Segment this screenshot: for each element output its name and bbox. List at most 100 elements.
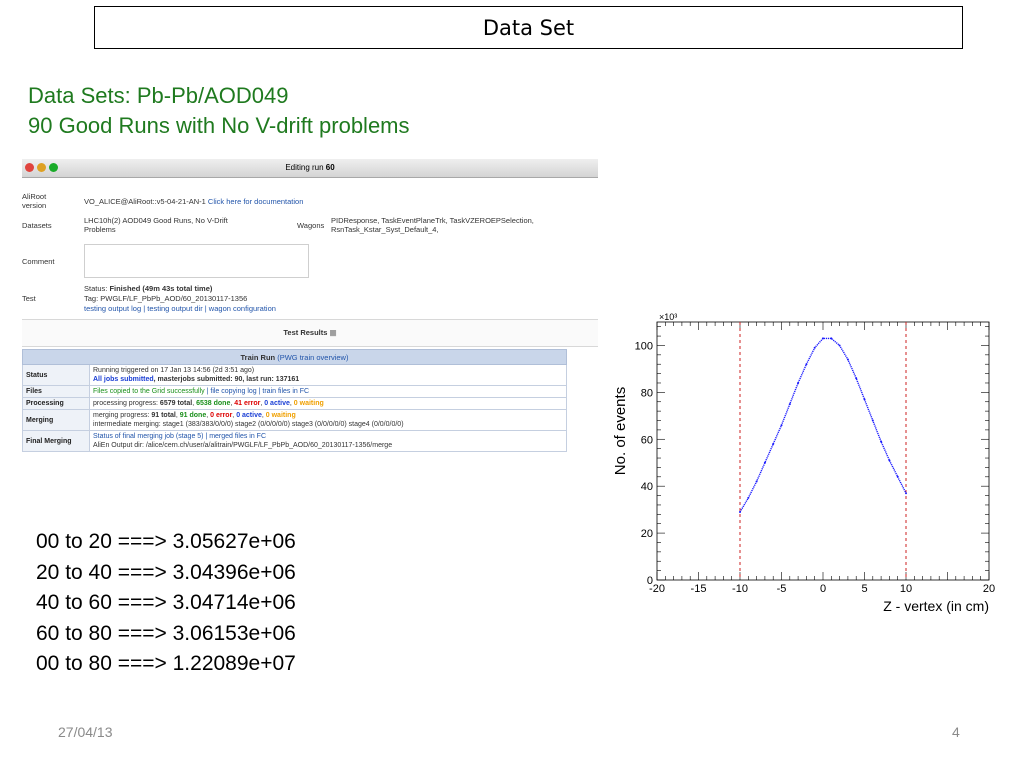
data-point — [788, 403, 791, 406]
train-run-header: Train Run (PWG train overview) — [22, 349, 567, 365]
data-point — [772, 442, 775, 445]
y-tick-label: 60 — [641, 434, 653, 446]
pwg-train-overview-link[interactable]: (PWG train overview) — [277, 353, 348, 362]
comment-input[interactable] — [84, 244, 309, 278]
merging-intermediate: intermediate merging: stage1 (383/383/0/… — [93, 421, 404, 428]
table-row: Files Files copied to the Grid successfu… — [22, 385, 567, 398]
merging-prefix: merging progress: — [93, 412, 152, 419]
datasets-value: LHC10h(2) AOD049 Good Runs, No V-Drift P… — [84, 216, 228, 234]
stats-line: 00 to 20 ===> 3.05627e+06 — [36, 530, 296, 553]
final-merging-key: Final Merging — [22, 430, 90, 452]
stats-line: 00 to 80 ===> 1.22089e+07 — [36, 652, 296, 675]
zoom-icon[interactable] — [49, 163, 58, 172]
processing-total: 6579 total — [159, 400, 193, 407]
comment-label: Comment — [22, 257, 55, 266]
processing-done: 6538 done — [196, 400, 231, 407]
aliroot-version-text: VO_ALICE@AliRoot::v5-04-21-AN-1 — [84, 197, 206, 206]
y-multiplier: ×10³ — [659, 312, 677, 322]
table-row: Status Running triggered on 17 Jan 13 14… — [22, 364, 567, 386]
merging-key: Merging — [22, 409, 90, 431]
x-tick-label: -15 — [691, 583, 707, 595]
processing-active: 0 active — [264, 400, 290, 407]
status-line-2: All jobs submitted, masterjobs submitted… — [93, 375, 563, 384]
data-point — [896, 475, 899, 478]
files-cell: Files copied to the Grid successfully | … — [89, 385, 567, 398]
x-axis-label: Z - vertex (in cm) — [883, 598, 989, 614]
files-copied-link[interactable]: Files copied to the Grid successfully — [93, 388, 205, 395]
data-point — [763, 461, 766, 464]
files-links[interactable]: | file copying log | train files in FC — [205, 388, 309, 395]
y-tick-label: 40 — [641, 481, 653, 493]
data-point — [838, 344, 841, 347]
window-controls — [25, 163, 58, 172]
final-merging-line-1[interactable]: Status of final merging job (stage 5) | … — [93, 432, 563, 441]
processing-cell: processing progress: 6579 total, 6538 do… — [89, 397, 567, 410]
test-results-bar[interactable]: Test Results ▦ — [22, 319, 598, 347]
wagons-label: Wagons — [297, 221, 325, 230]
datasets-label: Datasets — [22, 221, 52, 230]
status-cell: Running triggered on 17 Jan 13 14:56 (2d… — [89, 364, 567, 386]
train-run-title: Train Run — [240, 352, 276, 362]
data-point — [846, 358, 849, 361]
status-line-1: Running triggered on 17 Jan 13 14:56 (2d… — [93, 367, 255, 374]
window-title-run: 60 — [325, 163, 335, 172]
wagons-value: PIDResponse, TaskEventPlaneTrk, TaskVZER… — [331, 216, 534, 234]
merging-line-1: merging progress: 91 total, 91 done, 0 e… — [93, 412, 296, 419]
data-point — [830, 337, 833, 340]
close-icon[interactable] — [25, 163, 34, 172]
merging-done: 91 done — [179, 412, 207, 419]
window-title-prefix: Editing run — [285, 163, 326, 172]
data-point — [747, 496, 750, 499]
merging-total: 91 total — [151, 412, 176, 419]
aliroot-label: AliRoot version — [22, 192, 47, 210]
slide-title: Data Set — [94, 6, 963, 49]
window-titlebar: Editing run 60 — [22, 159, 598, 178]
data-point — [797, 381, 800, 384]
all-jobs-submitted: All jobs submitted — [93, 376, 154, 383]
masterjobs-text: , masterjobs submitted: 90, last run: 13… — [153, 376, 300, 383]
test-status: Status: Finished (49m 43s total time) — [84, 284, 212, 293]
data-point — [855, 377, 858, 380]
test-results-label[interactable]: Test Results — [283, 328, 327, 337]
merging-waiting: 0 waiting — [265, 412, 296, 419]
minimize-icon[interactable] — [37, 163, 46, 172]
data-point — [871, 419, 874, 422]
editing-run-window: Editing run 60 AliRoot version VO_ALICE@… — [22, 159, 598, 479]
y-tick-label: 20 — [641, 528, 653, 540]
documentation-link[interactable]: Click here for documentation — [208, 197, 303, 206]
data-point — [780, 424, 783, 427]
y-tick-label: 0 — [647, 575, 653, 587]
stats-line: 20 to 40 ===> 3.04396e+06 — [36, 560, 296, 584]
merging-active: 0 active — [236, 412, 262, 419]
processing-waiting: 0 waiting — [293, 400, 324, 407]
x-tick-label: 10 — [900, 583, 912, 595]
data-series-line — [739, 337, 907, 513]
test-tag: Tag: PWGLF/LF_PbPb_AOD/60_20130117-1356 — [84, 294, 248, 303]
processing-prefix: processing progress: — [93, 400, 160, 407]
slide-date: 27/04/13 — [58, 724, 113, 740]
data-point — [863, 398, 866, 401]
y-axis-label: No. of events — [612, 387, 629, 475]
data-point — [813, 346, 816, 349]
plot-frame — [656, 321, 990, 581]
centrality-stats: 00 to 20 ===> 3.05627e+06 20 to 40 ===> … — [36, 527, 296, 680]
x-tick-label: -10 — [732, 583, 748, 595]
processing-key: Processing — [22, 397, 90, 410]
merging-cell: merging progress: 91 total, 91 done, 0 e… — [89, 409, 567, 431]
table-row: Processing processing progress: 6579 tot… — [22, 397, 567, 410]
stats-line: 40 to 60 ===> 3.04714e+06 — [36, 591, 296, 614]
x-tick-label: -5 — [777, 583, 787, 595]
z-vertex-plot: -20 -15 -10 -5 0 5 10 20020406080100×10³Z - ver… — [612, 312, 995, 614]
data-point — [905, 492, 907, 495]
y-tick-label: 80 — [641, 387, 653, 399]
test-output-links[interactable]: testing output log | testing output dir … — [84, 304, 276, 313]
data-point — [805, 363, 808, 366]
x-tick-label: 0 — [820, 583, 826, 595]
test-label: Test — [22, 294, 36, 303]
processing-error: 41 error — [234, 400, 261, 407]
final-merging-line-2: AliEn Output dir: /alice/cern.ch/user/a/… — [93, 442, 393, 449]
data-point — [822, 337, 824, 340]
heading-line-1: Data Sets: Pb-Pb/AOD049 — [28, 83, 289, 108]
data-point — [739, 510, 741, 513]
train-run-table: Train Run (PWG train overview) Status Ru… — [22, 349, 567, 452]
